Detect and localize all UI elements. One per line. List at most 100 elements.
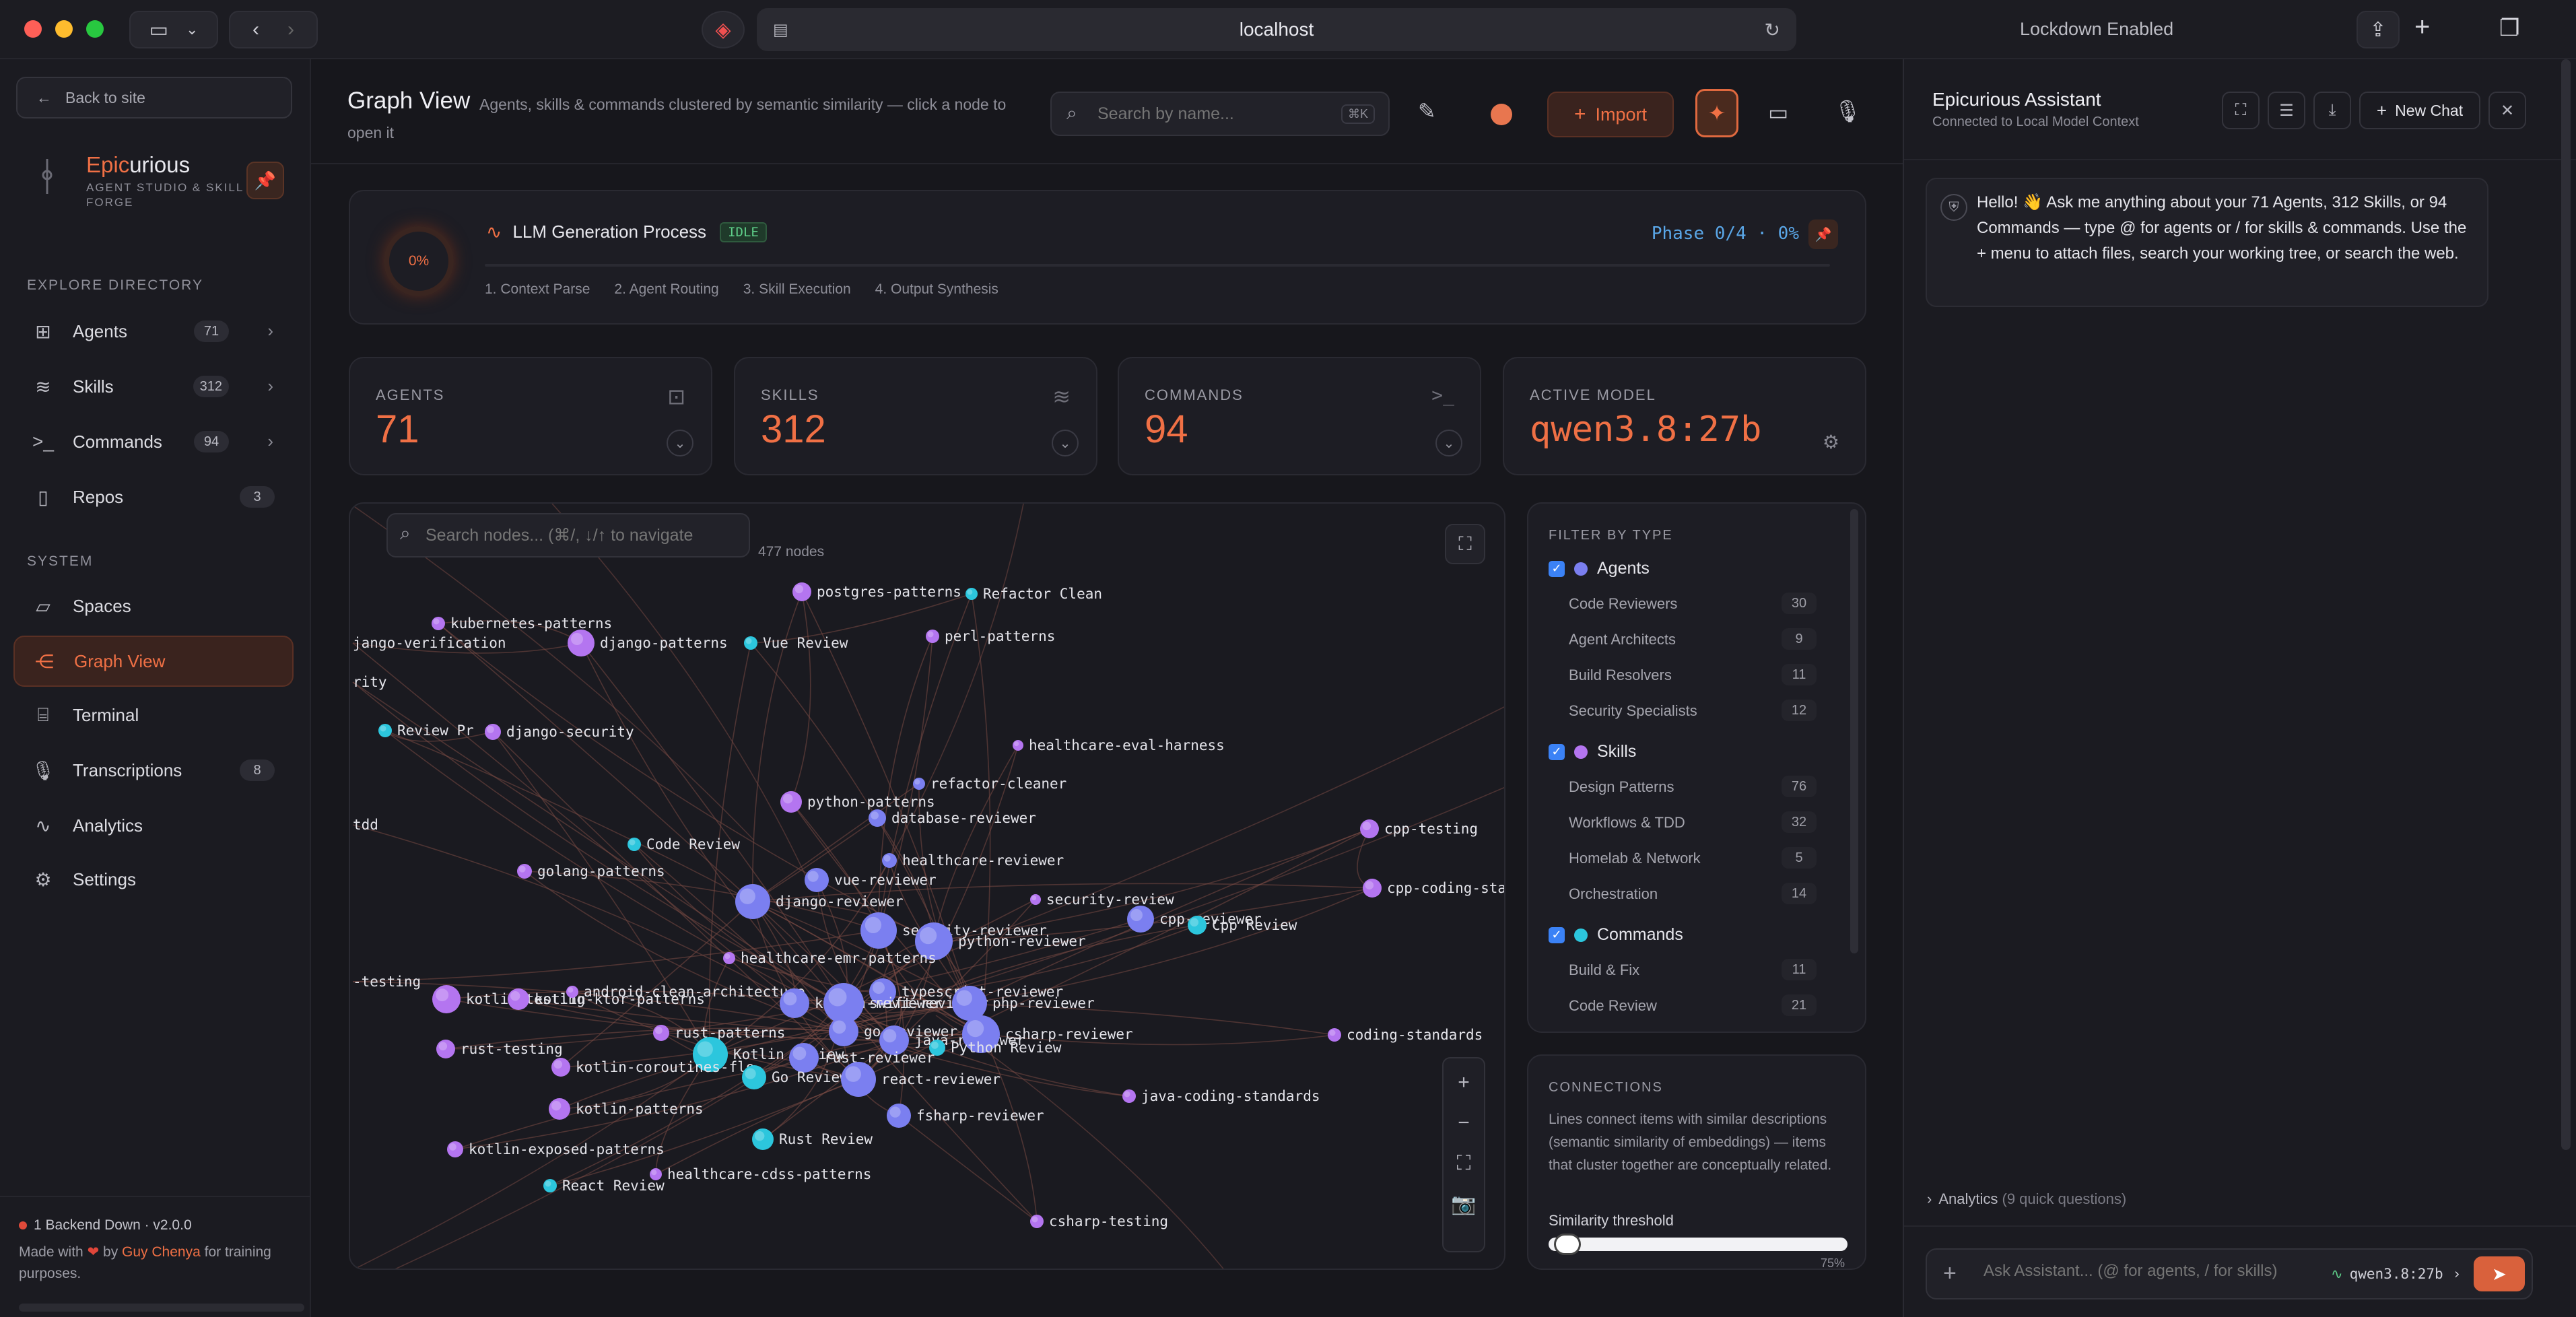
analytics-toggle[interactable]: › Analytics (9 quick questions) xyxy=(1927,1190,2126,1208)
filter-group-agents[interactable]: ✓ Agents xyxy=(1549,559,1650,578)
graph-node-command[interactable]: Code Review xyxy=(628,836,740,852)
filter-item[interactable]: Code Review xyxy=(1569,997,1657,1015)
expand-button[interactable]: ⌄ xyxy=(667,430,693,457)
slider-thumb[interactable] xyxy=(1554,1234,1581,1255)
minimize-window-button[interactable] xyxy=(55,20,73,38)
graph-node-skill[interactable]: cpp-testing xyxy=(1360,819,1478,838)
nav-commands[interactable]: >_ Commands 94 › xyxy=(13,416,294,467)
screenshot-button[interactable]: 📷 xyxy=(1444,1184,1484,1224)
stat-card-commands[interactable]: COMMANDS 94 >_ ⌄ xyxy=(1118,357,1481,475)
nav-repos[interactable]: ▯ Repos 3 xyxy=(13,471,294,522)
graph-node-skill[interactable]: golang-patterns xyxy=(517,863,665,879)
fit-view-button[interactable]: ⛶ xyxy=(1444,1143,1484,1184)
filter-item[interactable]: Build Resolvers xyxy=(1569,667,1672,684)
sidebar-toggle-button[interactable]: ▭ ⌄ xyxy=(129,11,218,48)
filter-scrollbar[interactable] xyxy=(1850,509,1858,953)
address-bar[interactable]: ▤ localhost ↻ xyxy=(757,8,1796,51)
graph-node-skill[interactable]: kotlin-coroutines-flo xyxy=(551,1058,755,1077)
graph-node-skill[interactable]: kotlin-exposed-patterns xyxy=(447,1141,665,1157)
graph-node-skill[interactable]: coding-standards xyxy=(1328,1027,1483,1043)
graph-node-skill[interactable]: rity xyxy=(353,674,387,690)
filter-item[interactable]: Workflows & TDD xyxy=(1569,814,1685,832)
sparkle-button[interactable]: ✦ xyxy=(1695,89,1738,137)
graph-node-skill[interactable]: kotlin-patterns xyxy=(549,1098,704,1120)
model-selector[interactable]: ∿ qwen3.8:27b › xyxy=(2331,1266,2461,1282)
nav-agents[interactable]: ⊞ Agents 71 › xyxy=(13,306,294,357)
nav-settings[interactable]: ⚙ Settings xyxy=(13,854,294,905)
send-button[interactable]: ➤ xyxy=(2474,1256,2525,1291)
plus-menu-icon[interactable]: + xyxy=(1943,1260,1957,1287)
graph-node-skill[interactable]: postgres-patterns xyxy=(792,582,961,601)
graph-search-input[interactable] xyxy=(426,525,735,545)
back-icon[interactable]: ‹ xyxy=(252,18,259,41)
graph-node-skill[interactable]: kubernetes-patterns xyxy=(432,615,612,632)
stat-card-active-model[interactable]: ACTIVE MODEL qwen3.8:27b ⚙ xyxy=(1503,357,1866,475)
folder-icon[interactable]: ▭ xyxy=(1768,100,1788,125)
microphone-icon[interactable]: 🎙 xyxy=(1834,98,1862,124)
graph-node-command[interactable]: Vue Review xyxy=(744,635,848,651)
maximize-window-button[interactable] xyxy=(86,20,104,38)
graph-node-skill[interactable]: healthcare-eval-harness xyxy=(1013,737,1225,753)
search-input[interactable] xyxy=(1097,104,1326,124)
threshold-slider[interactable] xyxy=(1549,1234,1848,1255)
author-link[interactable]: Guy Chenya xyxy=(122,1244,201,1260)
zoom-in-button[interactable]: + xyxy=(1444,1062,1484,1103)
graph-node-skill[interactable]: -testing xyxy=(353,974,421,990)
graph-node-agent[interactable]: database-reviewer xyxy=(869,809,1036,827)
reload-icon[interactable]: ↻ xyxy=(1765,19,1780,41)
graph-node-skill[interactable]: android-clean-architecture xyxy=(566,984,805,1000)
nav-skills[interactable]: ≋ Skills 312 › xyxy=(13,361,294,412)
checkbox-skills[interactable]: ✓ xyxy=(1549,743,1565,760)
graph-node-agent[interactable]: react-reviewer xyxy=(841,1062,1001,1097)
search-bar[interactable]: ⌕ ⌘K xyxy=(1050,92,1390,136)
graph-node-skill[interactable]: java-coding-standards xyxy=(1122,1088,1320,1104)
nav-terminal[interactable]: ⌸ Terminal xyxy=(13,689,294,741)
close-chat-button[interactable]: ✕ xyxy=(2488,92,2526,129)
graph-node-skill[interactable]: cpp-coding-stan xyxy=(1363,879,1505,898)
close-window-button[interactable] xyxy=(24,20,42,38)
checkbox-agents[interactable]: ✓ xyxy=(1549,560,1565,577)
graph-node-command[interactable]: Go Review xyxy=(742,1065,848,1089)
chat-input[interactable] xyxy=(1984,1262,2307,1281)
expand-button[interactable]: ⌄ xyxy=(1435,430,1462,457)
nav-spaces[interactable]: ▱ Spaces xyxy=(13,580,294,632)
nav-transcriptions[interactable]: 🎙 Transcriptions 8 xyxy=(13,745,294,796)
expand-button[interactable]: ⌄ xyxy=(1052,430,1079,457)
accent-color-button[interactable] xyxy=(1491,104,1512,125)
pin-button[interactable]: 📌 xyxy=(246,162,284,199)
stat-card-agents[interactable]: AGENTS 71 ⊡ ⌄ xyxy=(349,357,712,475)
graph-node-command[interactable]: Refactor Clean xyxy=(965,586,1102,602)
zoom-out-button[interactable]: − xyxy=(1444,1103,1484,1143)
checkbox-commands[interactable]: ✓ xyxy=(1549,926,1565,943)
brush-icon[interactable]: ✎ xyxy=(1418,98,1436,124)
filter-item[interactable]: Security Specialists xyxy=(1569,702,1697,720)
graph-node-skill[interactable]: django-security xyxy=(485,724,634,740)
graph-node-agent[interactable]: refactor-cleaner xyxy=(913,776,1066,792)
sidebar-scrollbar[interactable] xyxy=(19,1304,304,1312)
filter-group-skills[interactable]: ✓ Skills xyxy=(1549,742,1636,762)
filter-item[interactable]: Homelab & Network xyxy=(1569,850,1701,867)
pin-button[interactable]: 📌 xyxy=(1808,220,1838,249)
filter-group-commands[interactable]: ✓ Commands xyxy=(1549,925,1683,945)
graph-node-skill[interactable]: csharp-testing xyxy=(1030,1213,1168,1229)
graph-search-bar[interactable]: ⌕ xyxy=(386,513,750,558)
nav-analytics[interactable]: ∿ Analytics xyxy=(13,800,294,851)
filter-item[interactable]: Code Reviewers xyxy=(1569,595,1677,613)
filter-item[interactable]: Build & Fix xyxy=(1569,961,1639,979)
stat-card-skills[interactable]: SKILLS 312 ≋ ⌄ xyxy=(734,357,1097,475)
gear-icon[interactable]: ⚙ xyxy=(1823,431,1839,453)
graph-node-skill[interactable]: jango-verification xyxy=(353,635,506,651)
graph-node-skill[interactable]: healthcare-emr-patterns xyxy=(723,950,937,966)
graph-node-skill[interactable]: django-patterns xyxy=(568,630,728,656)
graph-canvas[interactable]: postgres-patterns Refactor Clean kubernete… xyxy=(349,502,1505,1270)
graph-node-command[interactable]: Rust Review xyxy=(752,1128,873,1150)
graph-node-skill[interactable]: healthcare-cdss-patterns xyxy=(650,1166,871,1182)
import-button[interactable]: + Import xyxy=(1547,92,1674,137)
share-button[interactable]: ⇪ xyxy=(2357,11,2400,48)
graph-node-agent[interactable]: healthcare-reviewer xyxy=(882,852,1064,869)
tabs-overview-icon[interactable]: ❐ xyxy=(2499,15,2519,42)
filter-item[interactable]: Agent Architects xyxy=(1569,631,1676,648)
extension-button[interactable]: ◈ xyxy=(702,11,745,48)
back-to-site-button[interactable]: ← Back to site xyxy=(16,77,292,119)
graph-node-skill[interactable]: perl-patterns xyxy=(926,628,1055,644)
